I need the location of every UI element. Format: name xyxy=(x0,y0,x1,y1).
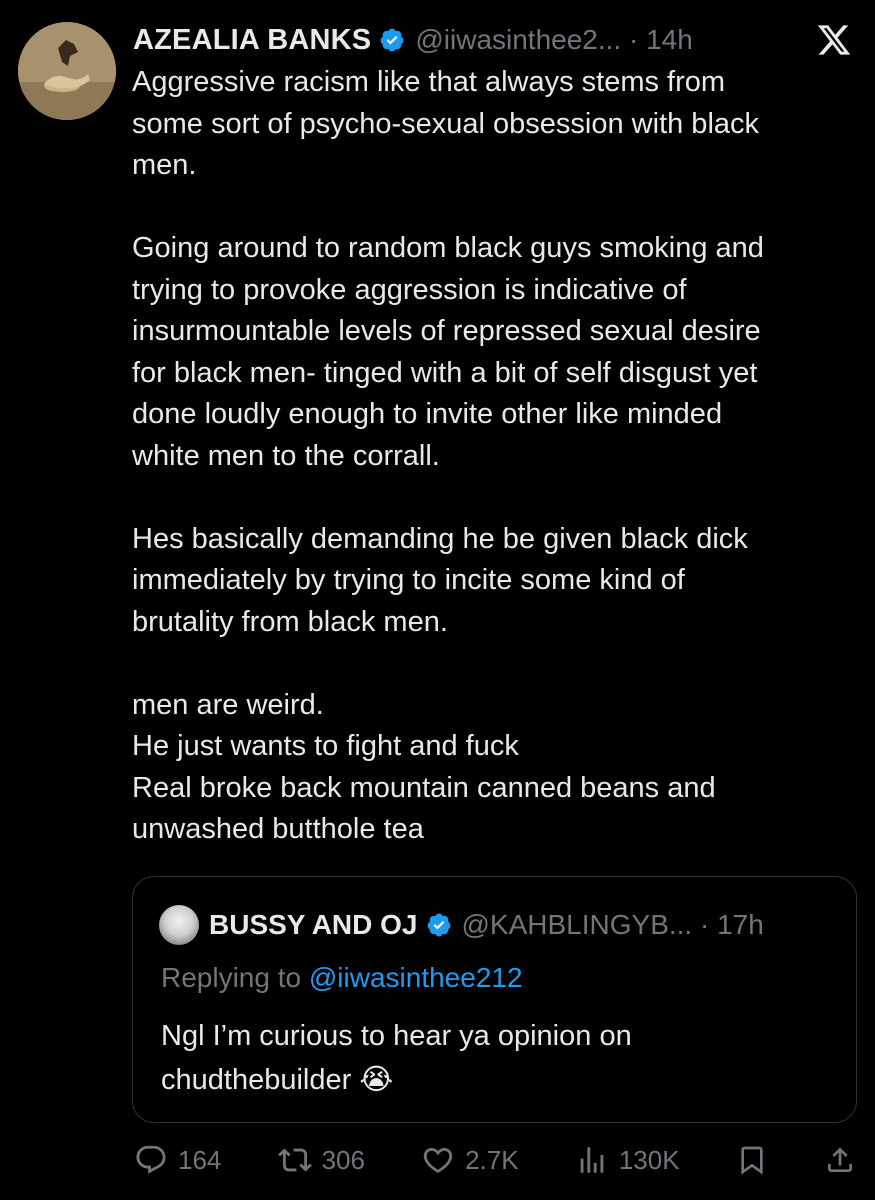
replying-to-mention[interactable]: @iiwasinthee212 xyxy=(309,962,523,993)
reply-icon xyxy=(136,1145,166,1174)
tweet-line: brutality from black men. xyxy=(132,605,448,638)
bookmark-button[interactable] xyxy=(736,1144,768,1176)
tweet-line: Going around to random black guys smokin… xyxy=(132,232,764,264)
author-handle-time[interactable]: @iiwasinthee2... · 14h xyxy=(415,24,692,56)
like-count: 2.7K xyxy=(465,1144,519,1175)
avatar-photo xyxy=(18,22,116,120)
like-icon xyxy=(423,1147,453,1173)
repost-icon xyxy=(277,1148,312,1172)
quoted-tweet-header: BUSSY AND OJ @KAHBLINGYB... · 17h xyxy=(159,905,838,945)
verified-badge-icon xyxy=(380,28,404,52)
reply-button[interactable]: 164 xyxy=(134,1143,221,1177)
quoted-author-name[interactable]: BUSSY AND OJ xyxy=(209,909,418,941)
tweet-line: insurmountable levels of repressed sexua… xyxy=(132,315,761,347)
tweet-line: trying to provoke aggression is indicati… xyxy=(132,273,687,306)
quoted-tweet-line: chudthebuilder 😭 xyxy=(161,1064,394,1096)
author-name[interactable]: AZEALIA BANKS xyxy=(133,24,371,57)
tweet-line: Real broke back mountain canned beans an… xyxy=(132,771,716,804)
quoted-tweet-text: Ngl I’m curious to hear ya opinion on ch… xyxy=(161,1014,841,1102)
bookmark-icon xyxy=(741,1146,763,1175)
repost-button[interactable]: 306 xyxy=(277,1143,365,1177)
tweet-line: for black men- tinged with a bit of self… xyxy=(132,356,758,389)
tweet-line: Hes basically demanding he be given blac… xyxy=(132,522,748,555)
tweet-line: men are weird. xyxy=(132,688,324,721)
views-icon xyxy=(580,1147,604,1173)
quoted-author-handle-time[interactable]: @KAHBLINGYB... · 17h xyxy=(462,909,764,941)
tweet-line: white men to the corrall. xyxy=(132,439,440,472)
tweet-line: men. xyxy=(132,149,197,181)
tweet-paragraph: Hes basically demanding he be given blac… xyxy=(132,519,862,644)
tweet-paragraph: Going around to random black guys smokin… xyxy=(132,228,862,477)
tweet-line: done loudly enough to invite other like … xyxy=(132,398,723,430)
repost-count: 306 xyxy=(321,1144,365,1175)
tweet-line: He just wants to fight and fuck xyxy=(132,730,519,762)
views-button[interactable]: 130K xyxy=(575,1143,680,1177)
tweet-header: AZEALIA BANKS @iiwasinthee2... · 14h xyxy=(133,18,855,62)
like-button[interactable]: 2.7K xyxy=(421,1143,519,1177)
share-button[interactable] xyxy=(824,1144,856,1176)
replying-to-label: Replying to xyxy=(161,962,309,993)
tweet-text: Aggressive racism like that always stems… xyxy=(132,62,862,851)
tweet-line: immediately by trying to incite some kin… xyxy=(132,564,685,596)
verified-badge-icon xyxy=(427,913,450,937)
quoted-tweet-line: Ngl I’m curious to hear ya opinion on xyxy=(161,1020,632,1052)
tweet-line: Aggressive racism like that always stems… xyxy=(132,66,726,98)
views-count: 130K xyxy=(618,1144,680,1175)
tweet-card[interactable]: AZEALIA BANKS @iiwasinthee2... · 14h Agg… xyxy=(0,0,875,1200)
tweet-paragraph: men are weird. He just wants to fight an… xyxy=(132,685,862,851)
quoted-tweet[interactable]: BUSSY AND OJ @KAHBLINGYB... · 17h Replyi… xyxy=(132,876,857,1123)
tweet-line: unwashed butthole tea xyxy=(132,813,424,845)
replying-to: Replying to @iiwasinthee212 xyxy=(161,962,523,994)
tweet-paragraph: Aggressive racism like that always stems… xyxy=(132,62,862,187)
share-icon xyxy=(827,1147,852,1172)
x-logo-icon xyxy=(817,25,851,55)
reply-count: 164 xyxy=(178,1144,222,1175)
tweet-action-bar: 164 306 2.7K 130K xyxy=(134,1140,856,1180)
tweet-line: some sort of psycho-sexual obsession wit… xyxy=(132,107,760,140)
quoted-author-avatar[interactable] xyxy=(159,905,199,945)
author-avatar[interactable] xyxy=(18,22,116,120)
